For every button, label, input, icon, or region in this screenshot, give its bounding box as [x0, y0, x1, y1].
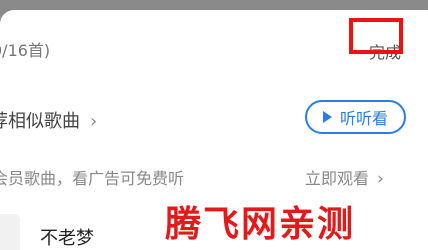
- selection-count: 0/16首): [0, 37, 50, 61]
- highlight-box: [349, 18, 403, 54]
- selection-count-text: 0/16首): [0, 41, 51, 60]
- watch-now-label: 立即观看: [305, 169, 370, 188]
- chevron-right-icon: ›: [90, 111, 98, 132]
- song-title[interactable]: 不老梦: [40, 224, 94, 250]
- watch-now-button[interactable]: 立即观看 ›: [305, 165, 384, 189]
- listen-button[interactable]: 听听看: [305, 100, 406, 134]
- similar-songs-link[interactable]: 荐相似歌曲 ›: [0, 107, 97, 133]
- song-cover-thumbnail: [0, 214, 20, 250]
- play-icon: [322, 111, 332, 123]
- ad-unlock-text: 会员歌曲，看广告可免费听: [0, 169, 185, 188]
- listen-button-label: 听听看: [339, 109, 388, 128]
- chevron-right-icon: ›: [377, 169, 384, 189]
- similar-songs-label: 荐相似歌曲: [0, 111, 80, 132]
- watermark: 腾飞网亲测: [165, 204, 356, 245]
